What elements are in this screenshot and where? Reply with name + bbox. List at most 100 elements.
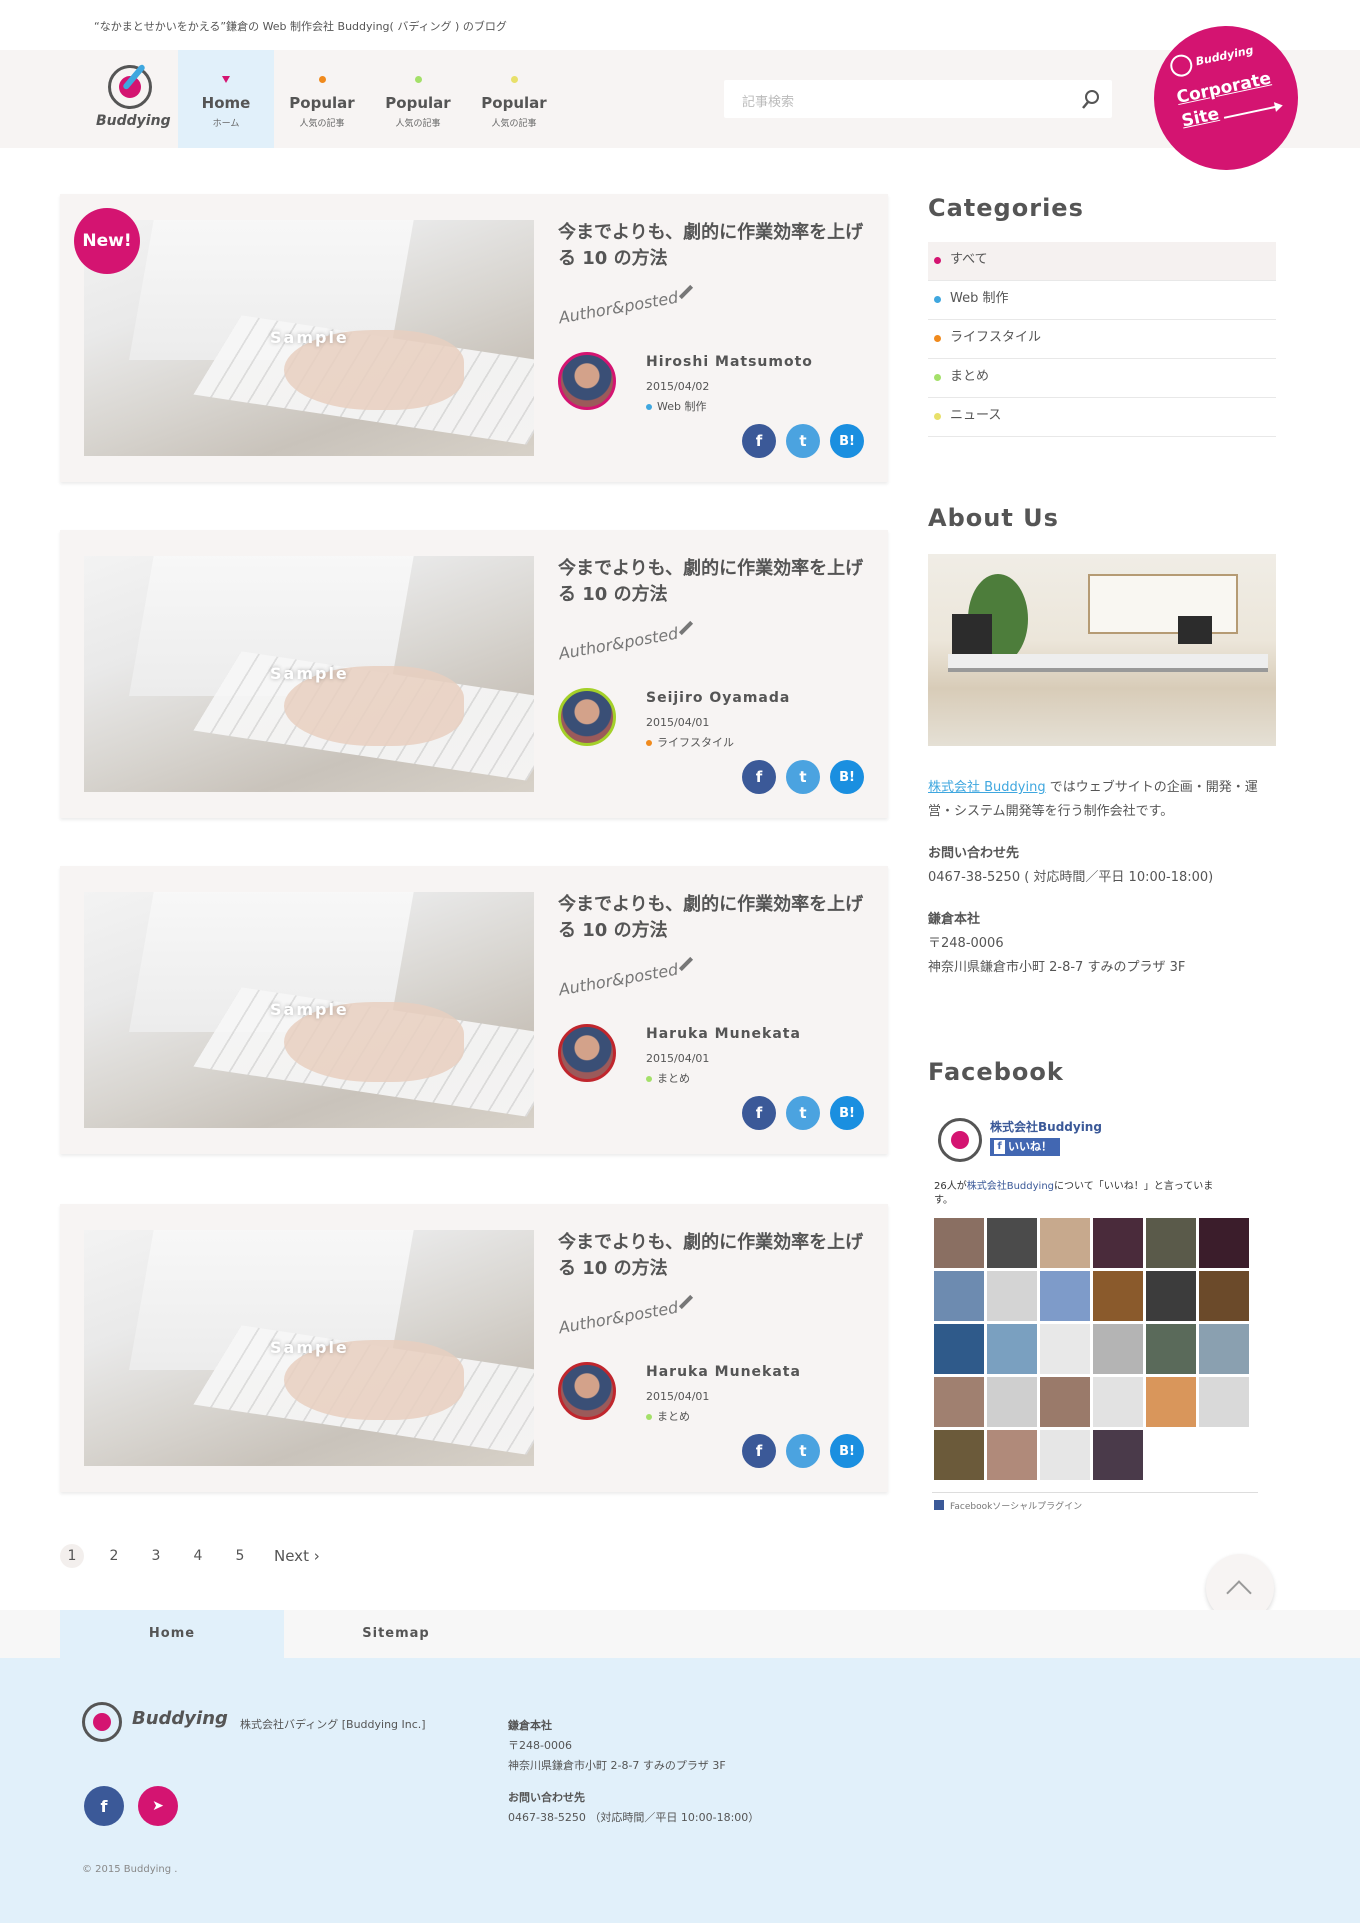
site-logo[interactable]: Buddying <box>96 65 171 135</box>
author-avatar[interactable] <box>558 1024 616 1082</box>
facebook-share-icon[interactable]: f <box>742 1434 776 1468</box>
about-company-link[interactable]: 株式会社 Buddying <box>928 780 1046 795</box>
post-title[interactable]: 今までよりも、劇的に作業効率を上げる 10 の方法 <box>558 1230 868 1282</box>
page-link-5[interactable]: 5 <box>228 1544 252 1568</box>
twitter-share-icon[interactable]: t <box>786 424 820 458</box>
nav-item-3[interactable]: Popular 人気の記事 <box>466 50 562 148</box>
post-title[interactable]: 今までよりも、劇的に作業効率を上げる 10 の方法 <box>558 556 868 608</box>
post-category[interactable]: Web 制作 <box>646 398 706 414</box>
category-item[interactable]: すべて <box>928 242 1276 281</box>
author-name[interactable]: Hiroshi Matsumoto <box>646 354 813 370</box>
author-posted-label: Author&posted <box>557 623 680 664</box>
author-avatar[interactable] <box>558 1362 616 1420</box>
fan-avatar[interactable] <box>1040 1218 1090 1268</box>
footer-contact-value: 0467-38-5250 （対応時間／平日 10:00-18:00） <box>508 1811 760 1824</box>
page-link-3[interactable]: 3 <box>144 1544 168 1568</box>
fan-avatar[interactable] <box>1146 1271 1196 1321</box>
post-category[interactable]: まとめ <box>646 1070 690 1086</box>
fb-plugin-link[interactable]: Facebookソーシャルプラグイン <box>932 1492 1258 1512</box>
fan-avatar[interactable] <box>987 1430 1037 1480</box>
fan-avatar[interactable] <box>934 1430 984 1480</box>
fan-avatar[interactable] <box>987 1218 1037 1268</box>
author-avatar[interactable] <box>558 352 616 410</box>
fan-avatar[interactable] <box>1093 1218 1143 1268</box>
fan-avatar[interactable] <box>1093 1430 1143 1480</box>
search-box[interactable]: 記事検索 <box>724 80 1112 118</box>
facebook-icon[interactable]: f <box>84 1786 124 1826</box>
next-page-link[interactable]: Next › <box>274 1547 320 1565</box>
author-posted-label: Author&posted <box>557 1297 680 1338</box>
fan-avatar[interactable] <box>934 1271 984 1321</box>
fb-page-name[interactable]: 株式会社Buddying <box>990 1118 1102 1135</box>
author-name[interactable]: Seijiro Oyamada <box>646 690 790 706</box>
search-input[interactable]: 記事検索 <box>742 91 794 110</box>
fan-avatar[interactable] <box>1199 1271 1249 1321</box>
corporate-label-1: Corporate <box>1174 68 1273 108</box>
fan-avatar[interactable] <box>934 1377 984 1427</box>
nav-item-2[interactable]: Popular 人気の記事 <box>370 50 466 148</box>
post-card[interactable]: Sample 今までよりも、劇的に作業効率を上げる 10 の方法 Author&po… <box>60 866 888 1154</box>
nav-item-0[interactable]: Home ホーム <box>178 50 274 148</box>
fb-like-count: 26人が株式会社Buddyingについて「いいね！」と言っています。 <box>934 1181 1214 1206</box>
author-avatar[interactable] <box>558 688 616 746</box>
footer-logo-icon[interactable] <box>82 1702 122 1742</box>
fan-avatar[interactable] <box>1199 1377 1249 1427</box>
paper-plane-icon[interactable]: ➤ <box>138 1786 178 1826</box>
fan-avatar[interactable] <box>1199 1324 1249 1374</box>
twitter-share-icon[interactable]: t <box>786 1434 820 1468</box>
footer-nav-home[interactable]: Home <box>60 1610 284 1658</box>
fan-avatar[interactable] <box>1040 1430 1090 1480</box>
post-card[interactable]: Sample 今までよりも、劇的に作業効率を上げる 10 の方法 Author&po… <box>60 530 888 818</box>
fan-avatar[interactable] <box>987 1271 1037 1321</box>
fan-avatar[interactable] <box>1040 1377 1090 1427</box>
post-thumbnail[interactable]: Sample <box>84 1230 534 1466</box>
post-card[interactable]: New! Sample 今までよりも、劇的に作業効率を上げる 10 の方法 Autho… <box>60 194 888 482</box>
search-icon[interactable] <box>1080 88 1102 110</box>
post-category[interactable]: ライフスタイル <box>646 734 734 750</box>
twitter-share-icon[interactable]: t <box>786 760 820 794</box>
post-card[interactable]: Sample 今までよりも、劇的に作業効率を上げる 10 の方法 Author&po… <box>60 1204 888 1492</box>
fan-avatar[interactable] <box>987 1377 1037 1427</box>
post-title[interactable]: 今までよりも、劇的に作業効率を上げる 10 の方法 <box>558 892 868 944</box>
fan-avatar[interactable] <box>1146 1218 1196 1268</box>
fan-avatar[interactable] <box>1093 1271 1143 1321</box>
about-text: 株式会社 Buddying ではウェブサイトの企画・開発・運営・システム開発等を… <box>928 776 1276 980</box>
page-link-2[interactable]: 2 <box>102 1544 126 1568</box>
hatena-bookmark-icon[interactable]: B! <box>830 1434 864 1468</box>
fan-avatar[interactable] <box>1093 1377 1143 1427</box>
fan-avatar[interactable] <box>934 1218 984 1268</box>
fan-avatar[interactable] <box>1040 1271 1090 1321</box>
fan-avatar[interactable] <box>987 1324 1037 1374</box>
fan-avatar[interactable] <box>1093 1324 1143 1374</box>
post-thumbnail[interactable]: Sample <box>84 556 534 792</box>
category-item[interactable]: ライフスタイル <box>928 320 1276 359</box>
category-item[interactable]: Web 制作 <box>928 281 1276 320</box>
category-item[interactable]: まとめ <box>928 359 1276 398</box>
post-title[interactable]: 今までよりも、劇的に作業効率を上げる 10 の方法 <box>558 220 868 272</box>
author-name[interactable]: Haruka Munekata <box>646 1026 801 1042</box>
category-item[interactable]: ニュース <box>928 398 1276 437</box>
hatena-bookmark-icon[interactable]: B! <box>830 1096 864 1130</box>
fb-like-button[interactable]: いいね！ <box>990 1138 1060 1156</box>
twitter-share-icon[interactable]: t <box>786 1096 820 1130</box>
hatena-bookmark-icon[interactable]: B! <box>830 760 864 794</box>
fb-page-avatar[interactable] <box>938 1118 982 1162</box>
page-link-4[interactable]: 4 <box>186 1544 210 1568</box>
facebook-share-icon[interactable]: f <box>742 760 776 794</box>
post-thumbnail[interactable]: Sample <box>84 220 534 456</box>
facebook-share-icon[interactable]: f <box>742 1096 776 1130</box>
page-link-1[interactable]: 1 <box>60 1544 84 1568</box>
hatena-bookmark-icon[interactable]: B! <box>830 424 864 458</box>
author-name[interactable]: Haruka Munekata <box>646 1364 801 1380</box>
fan-avatar[interactable] <box>1146 1324 1196 1374</box>
fan-avatar[interactable] <box>1040 1324 1090 1374</box>
fan-avatar[interactable] <box>1199 1218 1249 1268</box>
footer-nav-sitemap[interactable]: Sitemap <box>284 1610 508 1658</box>
post-category[interactable]: まとめ <box>646 1408 690 1424</box>
corporate-site-button[interactable]: Buddying Corporate Site <box>1140 12 1312 184</box>
fan-avatar[interactable] <box>934 1324 984 1374</box>
nav-item-1[interactable]: Popular 人気の記事 <box>274 50 370 148</box>
post-thumbnail[interactable]: Sample <box>84 892 534 1128</box>
facebook-share-icon[interactable]: f <box>742 424 776 458</box>
fan-avatar[interactable] <box>1146 1377 1196 1427</box>
